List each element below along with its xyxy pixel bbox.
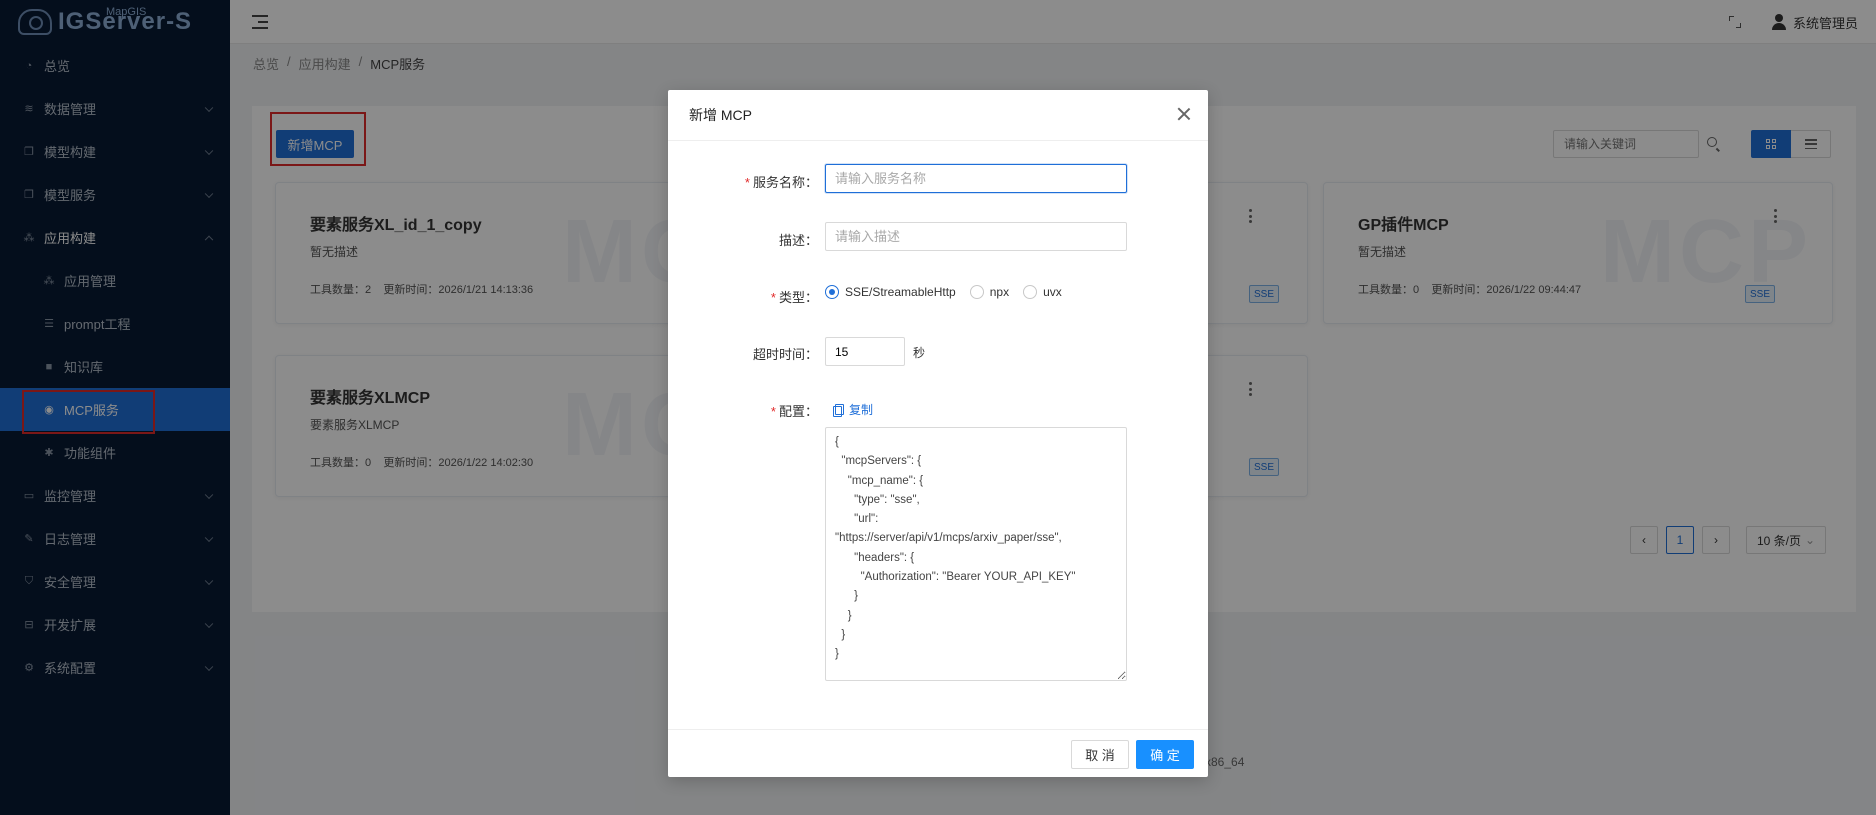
type-radio-uvx[interactable]: uvx [1023,285,1062,299]
copy-label: 复制 [849,403,874,417]
timeout-label: 超时时间： [753,344,818,363]
type-radio-sse[interactable]: SSE/StreamableHttp [825,285,956,299]
dialog-footer: 取 消 确 定 [668,729,1208,777]
config-label: * 配置： [771,401,818,420]
label-text: 描述： [778,233,818,248]
close-icon[interactable] [1178,108,1190,120]
required-mark: * [770,290,776,305]
service-name-label: * 服务名称： [745,172,818,191]
confirm-button[interactable]: 确 定 [1136,740,1194,769]
radio-label: SSE/StreamableHttp [845,285,956,299]
description-input[interactable] [825,222,1127,251]
description-label: 描述： [779,230,818,249]
required-mark: * [744,175,750,190]
copy-icon [833,403,844,417]
service-name-input[interactable] [825,164,1127,193]
type-radio-npx[interactable]: npx [969,285,1010,299]
label-text: 服务名称： [752,175,818,190]
radio-checked-icon [825,285,839,299]
cancel-button[interactable]: 取 消 [1071,740,1129,769]
label-text: 配置： [778,404,818,419]
timeout-unit: 秒 [913,346,926,360]
dialog-title: 新增 MCP [689,107,752,123]
config-textarea[interactable]: { "mcpServers": { "mcp_name": { "type": … [825,427,1127,681]
type-radio-group: SSE/StreamableHttp npx uvx [825,285,1062,299]
radio-label: npx [989,285,1010,299]
radio-label: uvx [1043,285,1062,299]
radio-unchecked-icon [969,285,984,299]
radio-unchecked-icon [1023,285,1038,299]
copy-button[interactable]: 复制 [833,401,873,418]
timeout-input[interactable] [825,337,905,366]
type-label: * 类型： [771,287,818,306]
label-text: 类型： [778,290,818,305]
required-mark: * [770,404,776,419]
label-text: 超时时间： [752,347,818,362]
dialog-header: 新增 MCP [668,90,1208,141]
add-mcp-dialog: 新增 MCP *服务名称： 描述： *类型： SSE/StreamableHtt… [668,90,1208,777]
